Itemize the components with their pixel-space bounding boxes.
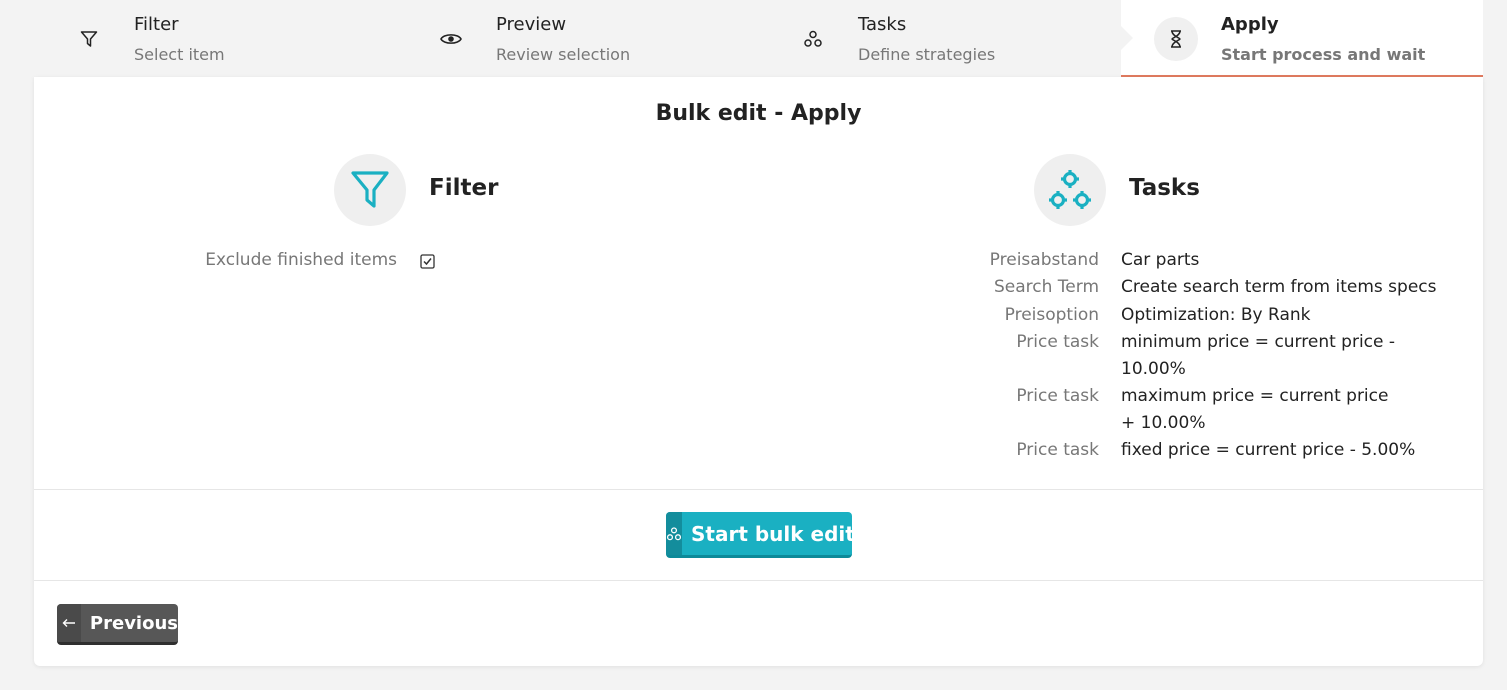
filter-icon — [67, 17, 111, 61]
task-value: Create search term from items specs — [1121, 277, 1437, 297]
hourglass-icon — [1154, 17, 1198, 61]
step-subtitle: Review selection — [496, 45, 631, 64]
exclude-finished-label: Exclude finished items — [205, 250, 397, 270]
gears-icon — [791, 17, 835, 61]
task-label: Preisoption — [1004, 305, 1099, 325]
tasks-section-icon — [1034, 154, 1106, 226]
start-bulk-edit-label: Start bulk edit — [691, 521, 852, 546]
step-subtitle: Define strategies — [858, 45, 996, 64]
filter-section-icon — [334, 154, 406, 226]
step-preview[interactable]: Preview Review selection — [396, 0, 758, 77]
start-bulk-edit-button[interactable]: Start bulk edit — [666, 512, 852, 558]
step-title: Preview — [496, 14, 567, 35]
task-label: Price task — [1016, 440, 1099, 460]
task-value: Optimization: By Rank — [1121, 305, 1311, 325]
task-value: minimum price = current price - 10.00% — [1121, 332, 1396, 379]
divider — [34, 580, 1483, 581]
step-subtitle: Select item — [134, 45, 225, 64]
exclude-finished-checkbox[interactable] — [420, 254, 435, 269]
gears-icon — [666, 512, 682, 555]
arrow-left-icon — [57, 604, 81, 642]
divider — [34, 489, 1483, 490]
previous-button[interactable]: Previous — [57, 604, 178, 645]
tasks-section-title: Tasks — [1129, 175, 1200, 201]
task-value: maximum price = current price + 10.00% — [1121, 386, 1389, 433]
step-title: Filter — [134, 14, 179, 35]
task-label: Price task — [1016, 386, 1099, 406]
task-value: fixed price = current price - 5.00% — [1121, 440, 1416, 460]
page-title: Bulk edit - Apply — [655, 101, 862, 126]
step-apply[interactable]: Apply Start process and wait — [1120, 0, 1483, 77]
previous-label: Previous — [89, 612, 178, 634]
task-value: Car parts — [1121, 250, 1200, 270]
step-subtitle: Start process and wait — [1221, 45, 1426, 64]
task-label: Search Term — [993, 277, 1099, 297]
task-label: Preisabstand — [989, 250, 1099, 270]
filter-section-title: Filter — [429, 175, 499, 201]
step-tasks[interactable]: Tasks Define strategies — [758, 0, 1120, 77]
step-title: Apply — [1221, 14, 1279, 35]
step-filter[interactable]: Filter Select item — [34, 0, 396, 77]
apply-card: Bulk edit - Apply Filter Exclude finishe… — [34, 77, 1483, 666]
step-title: Tasks — [858, 14, 907, 35]
wizard-steps: Filter Select item Preview Review select… — [34, 0, 1483, 77]
step-arrow — [1120, 25, 1133, 51]
eye-icon — [429, 17, 473, 61]
task-label: Price task — [1016, 332, 1099, 352]
